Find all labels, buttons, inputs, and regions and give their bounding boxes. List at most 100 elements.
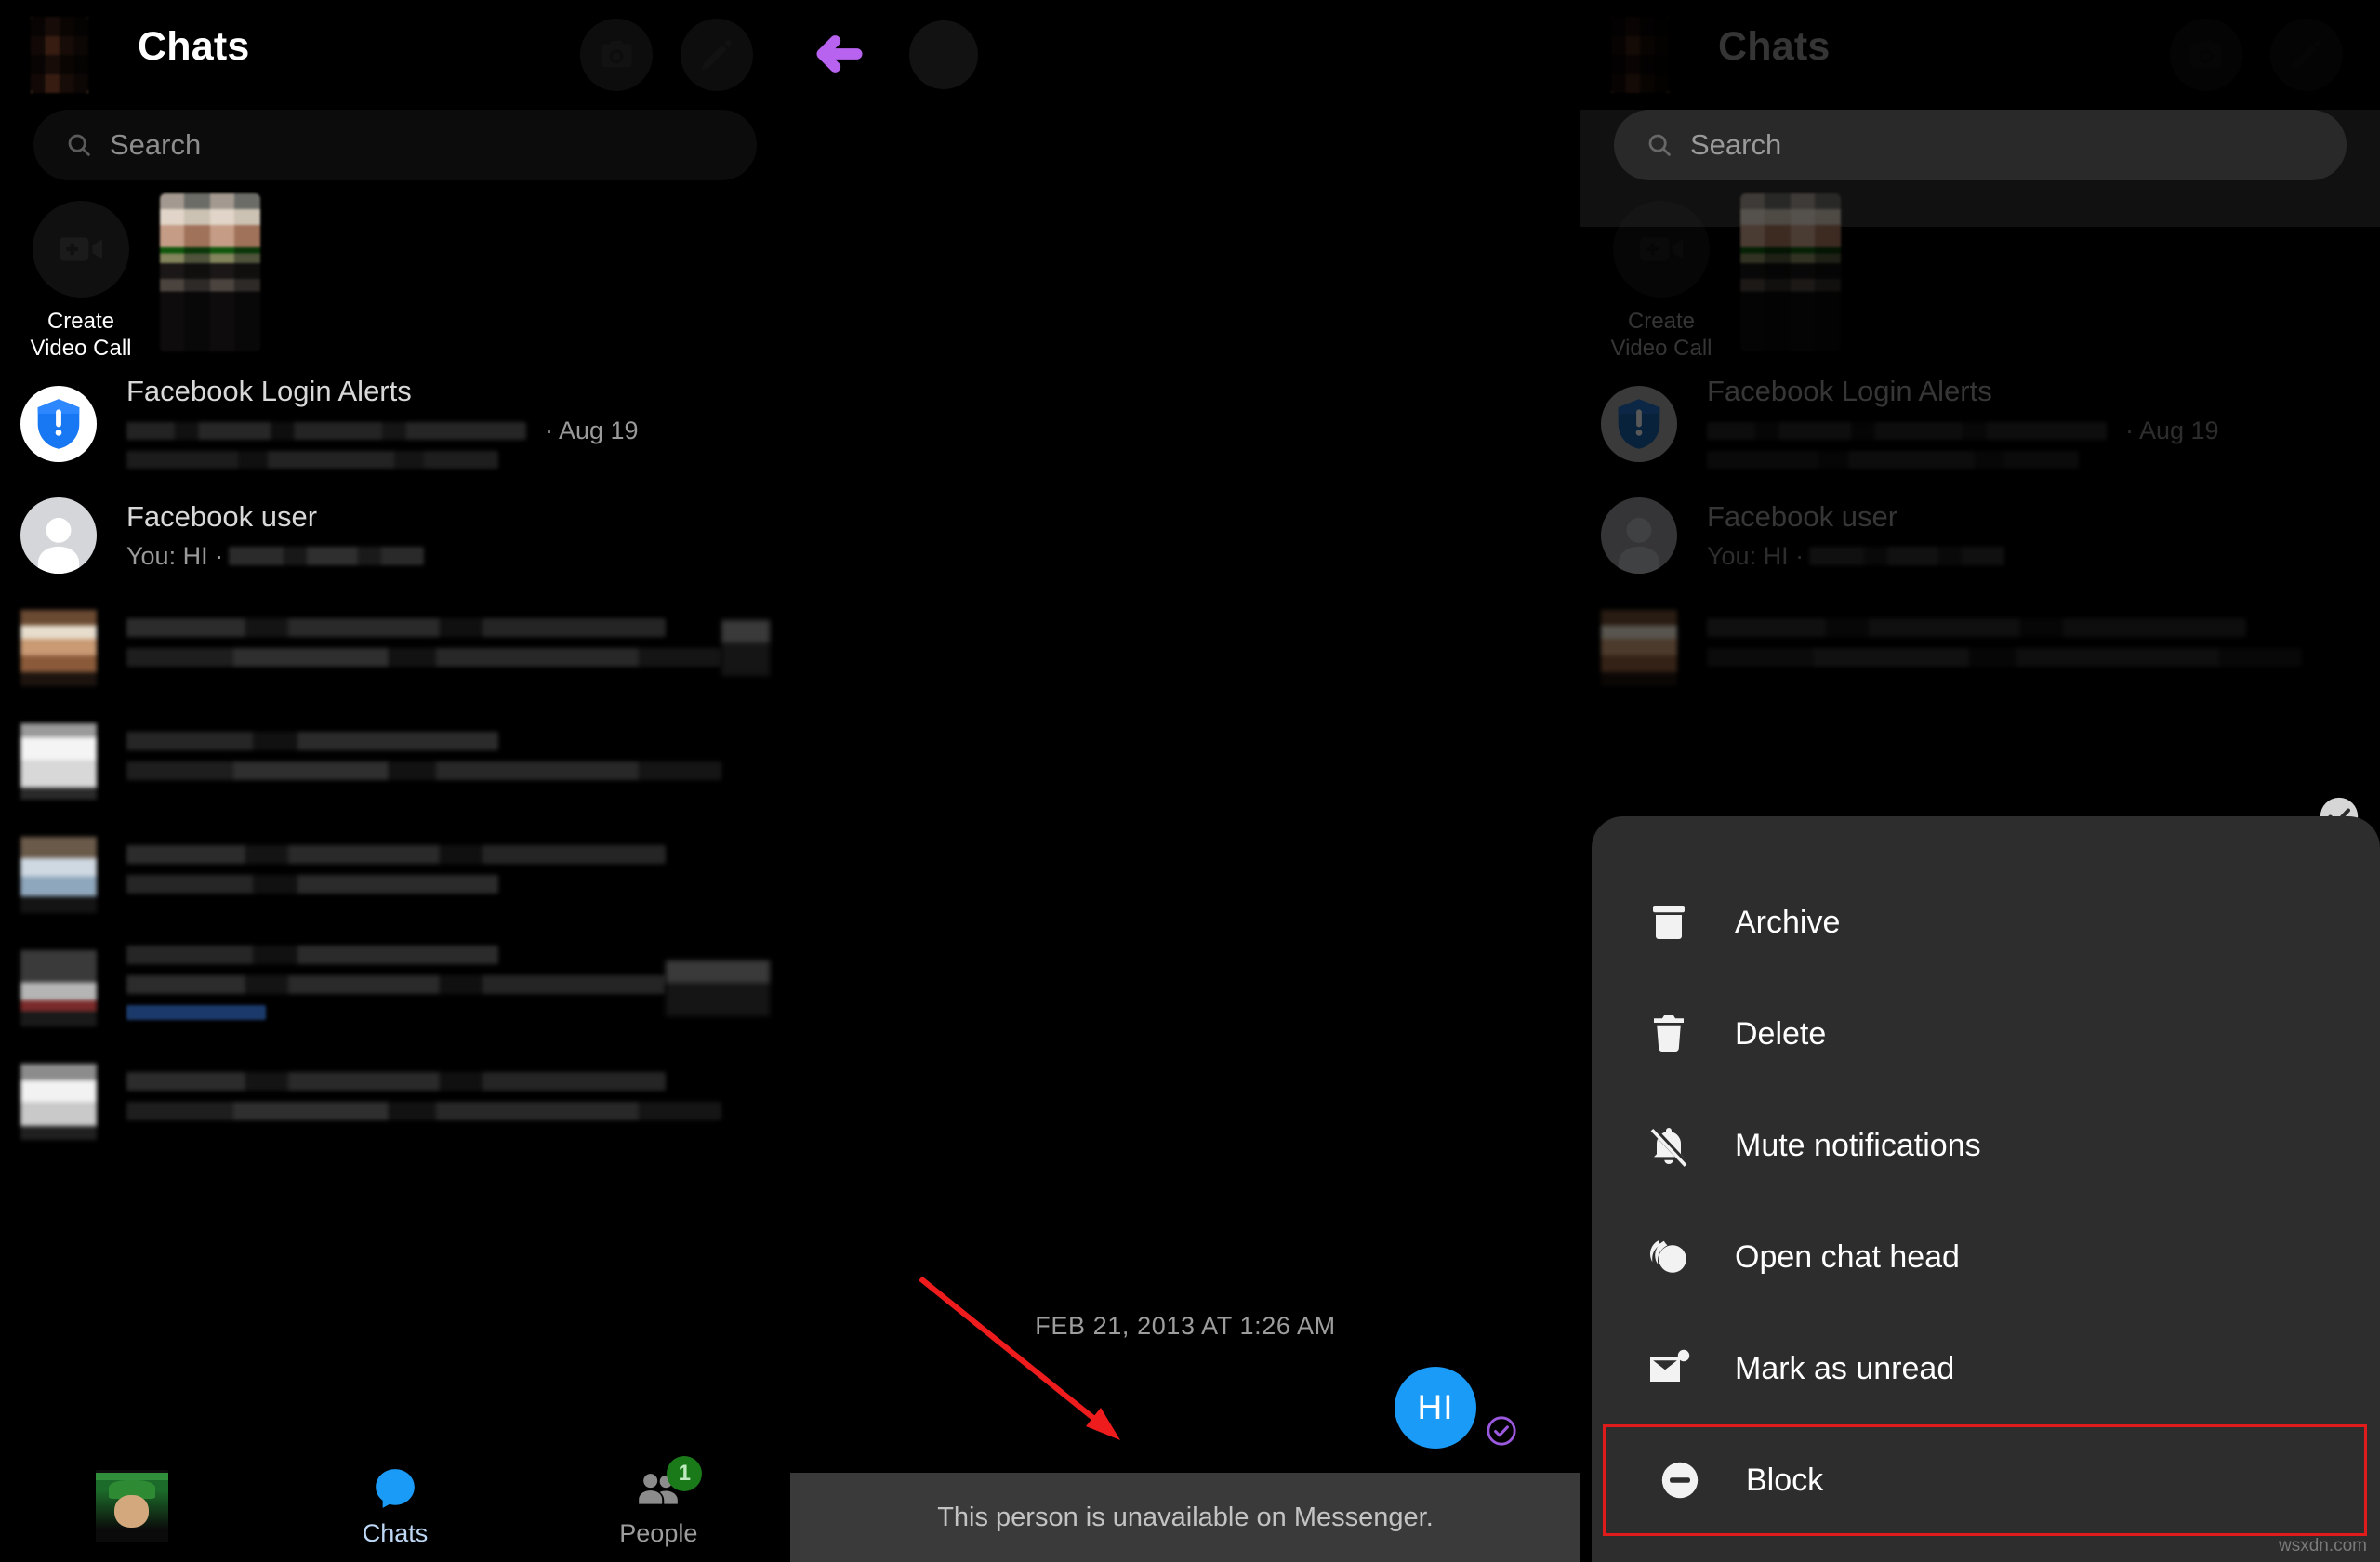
camera-icon[interactable] bbox=[580, 19, 653, 91]
shield-alert-icon bbox=[1601, 385, 1677, 462]
list-item[interactable] bbox=[0, 932, 790, 1045]
search-icon bbox=[65, 131, 93, 159]
header-actions bbox=[580, 19, 753, 91]
menu-item-mute-notifications[interactable]: Mute notifications bbox=[1592, 1090, 2380, 1201]
left-header: Chats bbox=[0, 0, 790, 110]
redacted-preview bbox=[1707, 421, 2107, 440]
story-item[interactable] bbox=[160, 193, 260, 351]
delivered-check-icon bbox=[1486, 1415, 1517, 1447]
chat-preview-text: You: HI · bbox=[1707, 541, 1805, 570]
menu-item-label: Delete bbox=[1735, 1015, 1827, 1052]
menu-item-label: Open chat head bbox=[1735, 1238, 1960, 1275]
redacted-line bbox=[126, 1071, 666, 1091]
create-video-call-label: Create Video Call bbox=[30, 309, 132, 361]
trash-icon bbox=[1640, 1012, 1698, 1056]
right-panel: Chats Search Create Video Call Facebook … bbox=[1580, 0, 2380, 1562]
redacted-line bbox=[1707, 647, 2302, 667]
list-item[interactable] bbox=[0, 1045, 790, 1158]
avatar bbox=[20, 1063, 97, 1140]
redacted-preview bbox=[1809, 547, 2005, 566]
redacted-line bbox=[126, 761, 721, 780]
message-bubble[interactable]: HI bbox=[1395, 1367, 1476, 1449]
page-title: Chats bbox=[138, 24, 250, 69]
menu-item-block[interactable]: Block bbox=[1603, 1424, 2367, 1536]
avatar bbox=[95, 1470, 168, 1542]
screenshot-root: Chats Search Create Video Call Facebook … bbox=[0, 0, 2380, 1562]
search-input[interactable]: Search bbox=[33, 110, 757, 180]
watermark: wsxdn.com bbox=[2278, 1536, 2367, 1555]
camera-icon[interactable] bbox=[2170, 19, 2242, 91]
list-item[interactable] bbox=[1580, 591, 2380, 705]
redacted-link bbox=[126, 1004, 266, 1020]
default-person-icon bbox=[1601, 496, 1677, 574]
chat-head-icon bbox=[1640, 1235, 1698, 1279]
tab-people[interactable]: 1 People bbox=[527, 1450, 790, 1562]
user-avatar[interactable] bbox=[1611, 17, 1669, 93]
list-item[interactable] bbox=[0, 818, 790, 932]
user-avatar[interactable] bbox=[31, 17, 88, 93]
redacted-line bbox=[126, 945, 498, 964]
story-item[interactable] bbox=[1740, 193, 1841, 351]
list-item[interactable]: Facebook user You: HI · bbox=[0, 480, 790, 591]
chat-name: Facebook user bbox=[1707, 500, 1898, 534]
tab-people-label: People bbox=[619, 1518, 698, 1547]
context-menu: Archive Delete Mute notifications Open c… bbox=[1592, 816, 2380, 1562]
chat-bubble-icon bbox=[372, 1465, 418, 1512]
unavailable-banner: This person is unavailable on Messenger. bbox=[790, 1473, 1580, 1562]
compose-pencil-icon[interactable] bbox=[2270, 19, 2343, 91]
tab-chats[interactable]: Chats bbox=[263, 1450, 526, 1562]
page-title: Chats bbox=[1718, 24, 1831, 69]
create-video-call-button[interactable]: Create Video Call bbox=[20, 201, 141, 363]
redacted-line bbox=[1707, 617, 2246, 637]
shield-alert-icon bbox=[20, 385, 97, 462]
header-actions bbox=[2170, 19, 2343, 91]
list-item[interactable]: Facebook Login Alerts · Aug 19 bbox=[1580, 368, 2380, 480]
contact-avatar[interactable] bbox=[909, 20, 978, 89]
redacted-thumb bbox=[721, 619, 770, 676]
redacted-line bbox=[126, 1101, 721, 1120]
chat-name: Facebook Login Alerts bbox=[1707, 375, 1992, 408]
tab-profile[interactable] bbox=[0, 1450, 263, 1562]
search-placeholder: Search bbox=[1690, 128, 1782, 161]
message-row: HI bbox=[1395, 1367, 1517, 1449]
search-placeholder: Search bbox=[110, 128, 202, 161]
chat-name: Facebook user bbox=[126, 500, 318, 534]
search-icon bbox=[1646, 131, 1673, 159]
redacted-line bbox=[126, 731, 498, 750]
menu-item-label: Archive bbox=[1735, 904, 1841, 940]
people-icon: 1 bbox=[635, 1455, 703, 1512]
avatar bbox=[1601, 609, 1677, 686]
avatar bbox=[20, 722, 97, 800]
block-circle-icon bbox=[1651, 1458, 1709, 1502]
chat-preview-text: You: HI · bbox=[126, 541, 224, 570]
redacted-line bbox=[126, 617, 666, 637]
compose-pencil-icon[interactable] bbox=[681, 19, 753, 91]
menu-item-open-chat-head[interactable]: Open chat head bbox=[1592, 1201, 2380, 1313]
search-input[interactable]: Search bbox=[1614, 110, 2347, 180]
list-item-text bbox=[126, 1071, 770, 1132]
menu-item-delete[interactable]: Delete bbox=[1592, 978, 2380, 1090]
avatar bbox=[20, 836, 97, 913]
redacted-thumb bbox=[666, 960, 770, 1016]
avatar bbox=[20, 949, 97, 1026]
menu-item-mark-as-unread[interactable]: Mark as unread bbox=[1592, 1313, 2380, 1424]
menu-item-archive[interactable]: Archive bbox=[1592, 867, 2380, 978]
chat-time: · Aug 19 bbox=[545, 416, 639, 444]
list-item-text: Facebook Login Alerts · Aug 19 bbox=[1707, 374, 2360, 473]
list-item[interactable] bbox=[0, 591, 790, 705]
redacted-line bbox=[126, 844, 666, 864]
unavailable-banner-text: This person is unavailable on Messenger. bbox=[937, 1502, 1434, 1532]
left-panel: Chats Search Create Video Call Facebook … bbox=[0, 0, 790, 1562]
list-item[interactable]: Facebook Login Alerts · Aug 19 bbox=[0, 368, 790, 480]
video-plus-icon bbox=[33, 201, 129, 298]
bottom-tab-bar: Chats 1 People bbox=[0, 1450, 790, 1562]
redacted-preview-2 bbox=[1707, 450, 2079, 469]
menu-item-label: Mute notifications bbox=[1735, 1127, 1981, 1163]
tab-chats-label: Chats bbox=[362, 1518, 429, 1547]
people-badge: 1 bbox=[667, 1455, 703, 1491]
back-arrow-icon[interactable] bbox=[813, 28, 866, 80]
list-item[interactable]: Facebook user You: HI · bbox=[1580, 480, 2380, 591]
center-panel: FEB 21, 2013 AT 1:26 AM HI This person i… bbox=[790, 0, 1580, 1562]
redacted-preview-2 bbox=[126, 450, 498, 469]
list-item[interactable] bbox=[0, 705, 790, 818]
